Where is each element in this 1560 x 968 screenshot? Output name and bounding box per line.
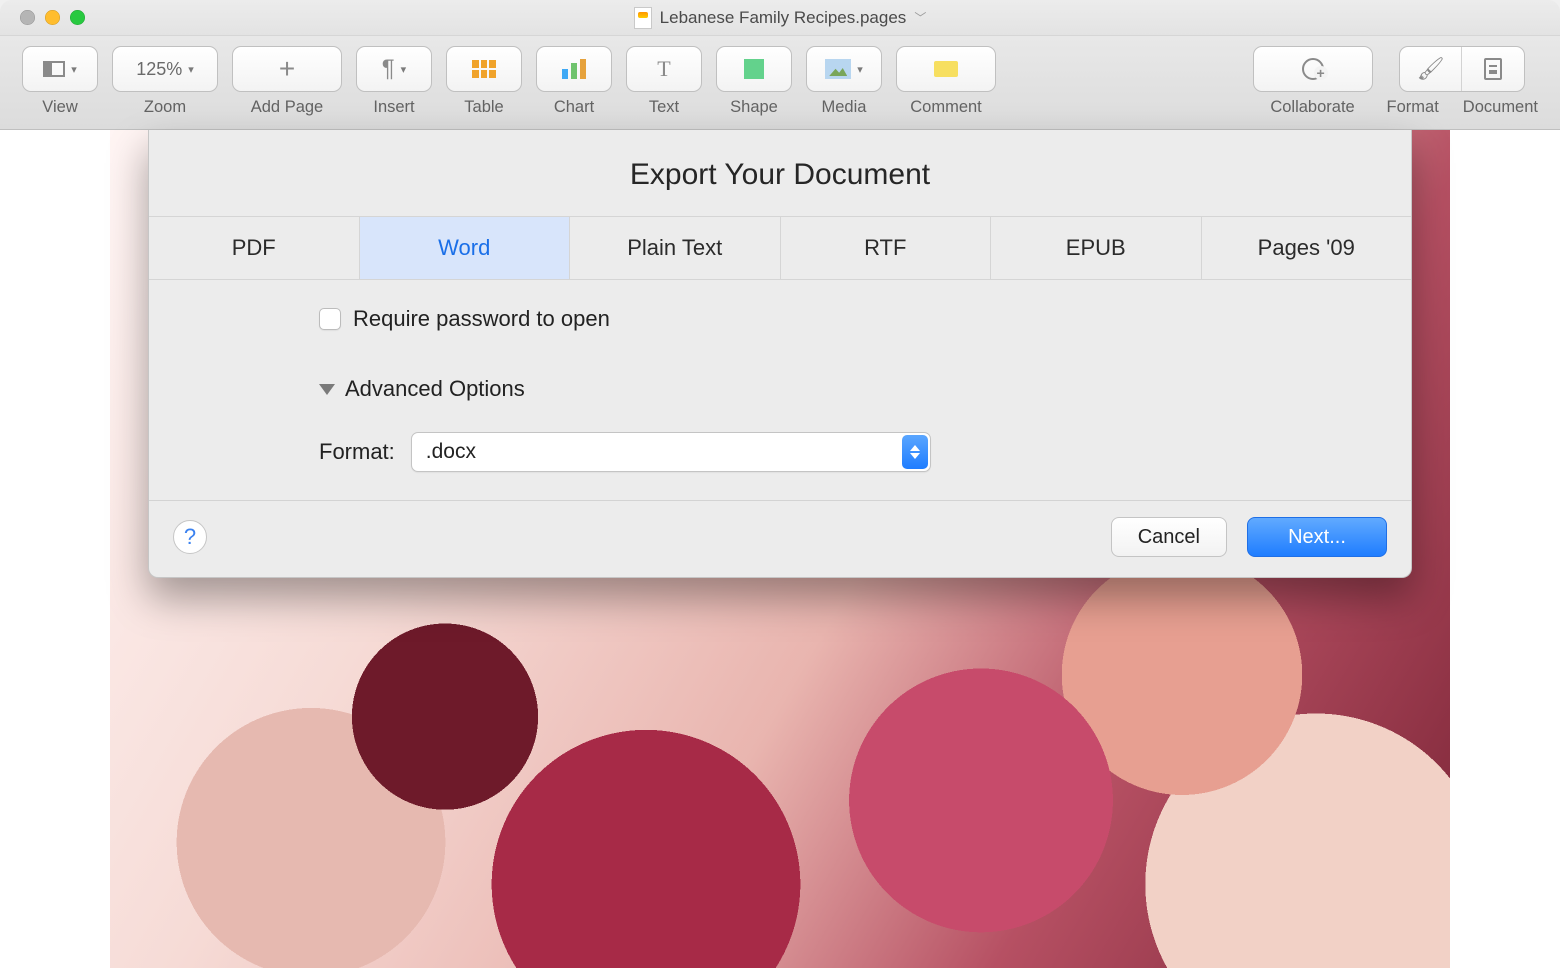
table-label: Table: [464, 98, 503, 117]
media-icon: [825, 59, 851, 79]
table-button[interactable]: [446, 46, 522, 92]
add-page-button[interactable]: +: [232, 46, 342, 92]
chevron-down-icon: ▾: [71, 63, 77, 76]
insert-button[interactable]: ¶ ▾: [356, 46, 432, 92]
collaborate-icon: [1302, 58, 1324, 80]
disclosure-triangle-icon: [319, 384, 335, 395]
plus-icon: +: [279, 55, 295, 83]
window-zoom-button[interactable]: [70, 10, 85, 25]
shape-label: Shape: [730, 98, 778, 117]
export-title: Export Your Document: [149, 130, 1411, 216]
brush-icon: 🖌: [1417, 56, 1445, 82]
chevron-down-icon: ▾: [401, 63, 407, 76]
tab-plain-text[interactable]: Plain Text: [570, 217, 781, 279]
media-button[interactable]: ▾: [806, 46, 882, 92]
window-close-button[interactable]: [20, 10, 35, 25]
format-field-label: Format:: [319, 439, 395, 465]
chart-button[interactable]: [536, 46, 612, 92]
export-sheet: Export Your Document PDF Word Plain Text…: [148, 130, 1412, 578]
window-minimize-button[interactable]: [45, 10, 60, 25]
text-icon: T: [657, 56, 670, 82]
comment-button[interactable]: [896, 46, 996, 92]
format-select-value: .docx: [426, 440, 476, 464]
comment-label: Comment: [910, 98, 982, 117]
add-page-label: Add Page: [251, 98, 323, 117]
require-password-checkbox[interactable]: [319, 308, 341, 330]
view-label: View: [42, 98, 77, 117]
tab-epub[interactable]: EPUB: [991, 217, 1202, 279]
help-icon: ?: [184, 524, 196, 550]
next-button[interactable]: Next...: [1247, 517, 1387, 557]
advanced-options-label: Advanced Options: [345, 376, 525, 402]
media-label: Media: [822, 98, 867, 117]
export-format-tabs: PDF Word Plain Text RTF EPUB Pages '09: [149, 216, 1411, 280]
document-button[interactable]: [1462, 47, 1524, 91]
zoom-button[interactable]: 125% ▾: [112, 46, 218, 92]
view-button[interactable]: ▾: [22, 46, 98, 92]
advanced-options-toggle[interactable]: Advanced Options: [319, 376, 1371, 402]
window-title: Lebanese Family Recipes.pages: [660, 8, 907, 28]
text-label: Text: [649, 98, 679, 117]
cancel-button[interactable]: Cancel: [1111, 517, 1227, 557]
document-proxy-icon: [634, 7, 652, 29]
tab-rtf[interactable]: RTF: [781, 217, 992, 279]
chart-label: Chart: [554, 98, 594, 117]
table-icon: [472, 60, 496, 78]
chart-icon: [562, 59, 586, 79]
comment-icon: [934, 61, 958, 77]
tab-word[interactable]: Word: [360, 217, 571, 279]
view-icon: [43, 61, 65, 77]
collaborate-label: Collaborate: [1270, 98, 1354, 117]
require-password-label: Require password to open: [353, 306, 610, 332]
shape-button[interactable]: [716, 46, 792, 92]
select-stepper-icon: [902, 435, 928, 469]
chevron-down-icon: ▾: [857, 63, 863, 76]
format-label: Format: [1387, 98, 1439, 117]
collaborate-button[interactable]: [1253, 46, 1373, 92]
chevron-down-icon: ▾: [188, 63, 194, 76]
toolbar: ▾ View 125% ▾ Zoom + Add Page ¶ ▾ Insert: [0, 36, 1560, 130]
format-select[interactable]: .docx: [411, 432, 931, 472]
titlebar: Lebanese Family Recipes.pages ﹀: [0, 0, 1560, 36]
document-icon: [1484, 58, 1502, 80]
chevron-down-icon: ﹀: [914, 9, 926, 26]
tab-pdf[interactable]: PDF: [149, 217, 360, 279]
zoom-value: 125%: [136, 59, 182, 80]
text-button[interactable]: T: [626, 46, 702, 92]
zoom-label: Zoom: [144, 98, 186, 117]
tab-pages09[interactable]: Pages '09: [1202, 217, 1412, 279]
insert-label: Insert: [373, 98, 414, 117]
document-label: Document: [1463, 98, 1538, 117]
pilcrow-icon: ¶: [382, 57, 395, 81]
shape-icon: [744, 59, 764, 79]
format-button[interactable]: 🖌: [1400, 47, 1462, 91]
help-button[interactable]: ?: [173, 520, 207, 554]
